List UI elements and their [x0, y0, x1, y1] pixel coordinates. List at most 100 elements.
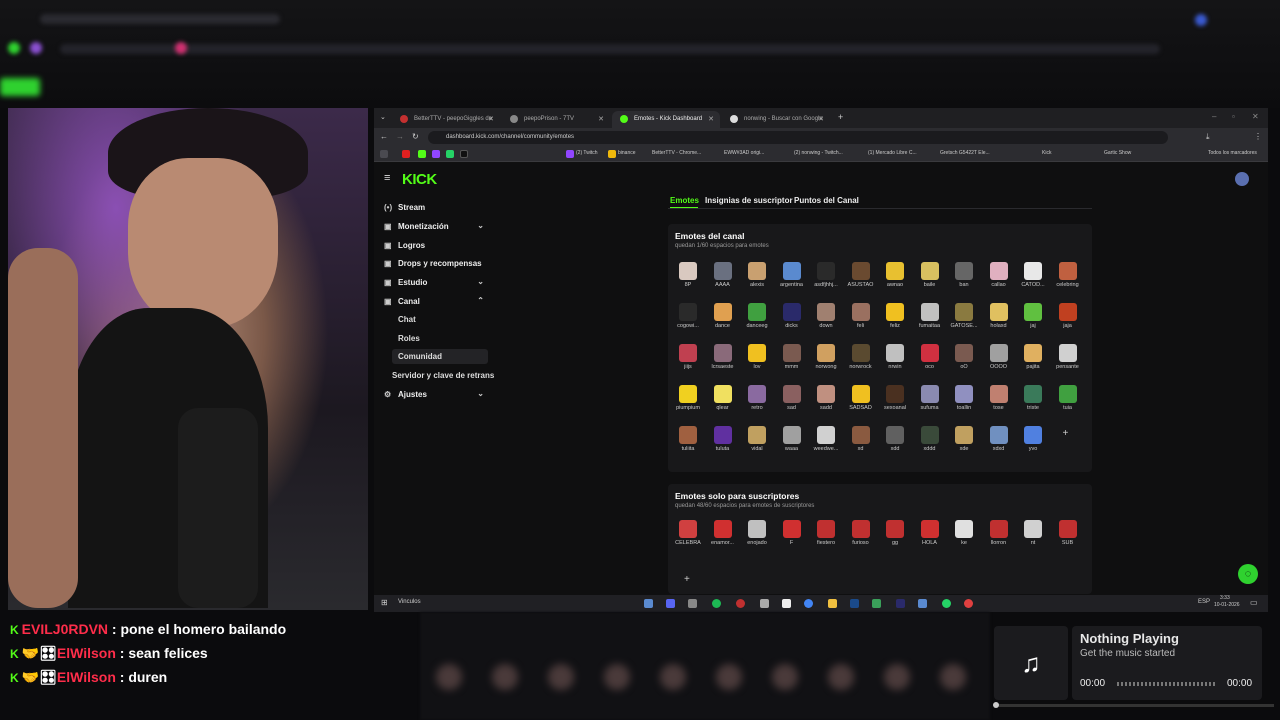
bookmark-kick[interactable]: Kick: [1042, 150, 1051, 156]
emote-item[interactable]: xdxd: [982, 426, 1016, 466]
emote-item[interactable]: enamor...: [706, 520, 740, 560]
download-icon[interactable]: ⤓: [1206, 132, 1210, 142]
tab-puntos[interactable]: Puntos del Canal: [794, 196, 859, 205]
close-icon[interactable]: ✕: [598, 115, 604, 123]
taskbar-search[interactable]: Vinculos: [398, 599, 421, 605]
kick-bookmark-icon[interactable]: [418, 150, 426, 158]
emote-item[interactable]: jiijs: [671, 344, 705, 384]
whatsapp-icon[interactable]: [446, 150, 454, 158]
hamburger-icon[interactable]: ≡: [384, 172, 390, 184]
emote-item[interactable]: ASUSTAO: [844, 262, 878, 302]
back-icon[interactable]: ←: [380, 132, 388, 141]
emote-item[interactable]: llorron: [982, 520, 1016, 560]
clock-date[interactable]: 10-01-2026: [1214, 602, 1240, 608]
emote-item[interactable]: norwrock: [844, 344, 878, 384]
apps-icon[interactable]: [380, 150, 388, 158]
emote-item[interactable]: piumpium: [671, 385, 705, 425]
emote-item[interactable]: furioso: [844, 520, 878, 560]
url-input[interactable]: dashboard.kick.com/channel/community/emo…: [428, 131, 1168, 144]
close-window-icon[interactable]: ✕: [1252, 112, 1259, 121]
emote-item[interactable]: 8P: [671, 262, 705, 302]
emote-item[interactable]: enojado: [740, 520, 774, 560]
taskbar-app-icon[interactable]: [782, 599, 791, 608]
forward-icon[interactable]: →: [396, 132, 404, 141]
tab-kick-dashboard[interactable]: Emotes - Kick Dashboard ✕: [612, 111, 720, 128]
emote-item[interactable]: dicks: [775, 303, 809, 343]
nav-drops[interactable]: ▣ Drops y recompensas: [384, 256, 488, 272]
x-icon[interactable]: [460, 150, 468, 158]
nav-canal[interactable]: ▣ Canal ⌃: [384, 294, 488, 310]
music-seek-bar[interactable]: [994, 704, 1274, 707]
emote-item[interactable]: AAAA: [706, 262, 740, 302]
chrome-taskbar-icon[interactable]: [964, 599, 973, 608]
close-icon[interactable]: ✕: [818, 115, 824, 123]
twitch-bookmark-icon[interactable]: [432, 150, 440, 158]
emote-item[interactable]: F: [775, 520, 809, 560]
emote-item[interactable]: callao: [982, 262, 1016, 302]
emote-item[interactable]: CATOD...: [1016, 262, 1050, 302]
binance-icon[interactable]: [608, 150, 616, 158]
emote-item[interactable]: nrwin: [878, 344, 912, 384]
emote-item[interactable]: oco: [913, 344, 947, 384]
twitch-icon[interactable]: [566, 150, 574, 158]
emote-item[interactable]: oO: [947, 344, 981, 384]
tab-google[interactable]: nonwing - Buscar con Google ✕: [722, 111, 830, 128]
whatsapp-taskbar-icon[interactable]: [942, 599, 951, 608]
emote-item[interactable]: fiestero: [809, 520, 843, 560]
emote-item[interactable]: tose: [982, 385, 1016, 425]
nav-ajustes[interactable]: ⚙ Ajustes ⌄: [384, 387, 488, 403]
emote-item[interactable]: ban: [947, 262, 981, 302]
nav-roles[interactable]: Roles: [392, 331, 488, 346]
tab-7tv[interactable]: peepoPrison - 7TV ✕: [502, 111, 610, 128]
taskbar-app-icon[interactable]: [644, 599, 653, 608]
emote-item[interactable]: sad: [775, 385, 809, 425]
file-explorer-icon[interactable]: [828, 599, 837, 608]
emote-item[interactable]: lcrsaeste: [706, 344, 740, 384]
windows-start-icon[interactable]: ⊞: [381, 598, 388, 607]
emote-item[interactable]: holaxd: [982, 303, 1016, 343]
bookmark-mercado-libre[interactable]: (1) Mercado Libre C...: [868, 150, 917, 156]
nav-chat[interactable]: Chat: [392, 312, 488, 327]
taskbar-app-icon[interactable]: [872, 599, 881, 608]
close-icon[interactable]: ✕: [488, 115, 494, 123]
avatar[interactable]: [1235, 172, 1249, 186]
music-seek-handle[interactable]: [993, 702, 999, 708]
emote-item[interactable]: ke: [947, 520, 981, 560]
nav-logros[interactable]: ▣ Logros: [384, 238, 488, 254]
recording-icon[interactable]: [736, 599, 745, 608]
emote-item[interactable]: fumaitaa: [913, 303, 947, 343]
emote-item[interactable]: sufuma: [913, 385, 947, 425]
emote-item[interactable]: SUB: [1051, 520, 1085, 560]
nav-servidor[interactable]: Servidor y clave de retrans: [386, 368, 496, 383]
emote-item[interactable]: toallin: [947, 385, 981, 425]
emote-item[interactable]: norwong: [809, 344, 843, 384]
emote-item[interactable]: gg: [878, 520, 912, 560]
emote-item[interactable]: xde: [947, 426, 981, 466]
emote-item[interactable]: OOOO: [982, 344, 1016, 384]
emote-item[interactable]: baile: [913, 262, 947, 302]
minimize-icon[interactable]: –: [1212, 112, 1216, 121]
obs-icon[interactable]: [688, 599, 697, 608]
emote-item[interactable]: dance: [706, 303, 740, 343]
steam-icon[interactable]: [918, 599, 927, 608]
emote-item[interactable]: sexoanal: [878, 385, 912, 425]
nav-estudio[interactable]: ▣ Estudio ⌄: [384, 275, 488, 291]
emote-item[interactable]: asdfjhhj...: [809, 262, 843, 302]
emote-item[interactable]: feli: [844, 303, 878, 343]
close-icon[interactable]: ✕: [708, 115, 714, 123]
premiere-icon[interactable]: [896, 599, 905, 608]
bookmark-eww[interactable]: EWW#3AD origi...: [724, 150, 764, 156]
emote-item[interactable]: down: [809, 303, 843, 343]
emote-item[interactable]: cogowi...: [671, 303, 705, 343]
emote-item[interactable]: tuia: [1051, 385, 1085, 425]
emote-item[interactable]: pensante: [1051, 344, 1085, 384]
emote-item[interactable]: danceeg: [740, 303, 774, 343]
emote-item[interactable]: nt: [1016, 520, 1050, 560]
bookmark-nonwing-twitch[interactable]: (2) nonwing - Twitch...: [794, 150, 843, 156]
nav-monetizacion[interactable]: ▣ Monetización ⌄: [384, 219, 488, 235]
emote-item[interactable]: tuluta: [706, 426, 740, 466]
emote-item[interactable]: alexis: [740, 262, 774, 302]
emote-item[interactable]: argentina: [775, 262, 809, 302]
photoshop-icon[interactable]: [850, 599, 859, 608]
bookmark-betterttv[interactable]: BetterTTV - Chrome...: [652, 150, 701, 156]
